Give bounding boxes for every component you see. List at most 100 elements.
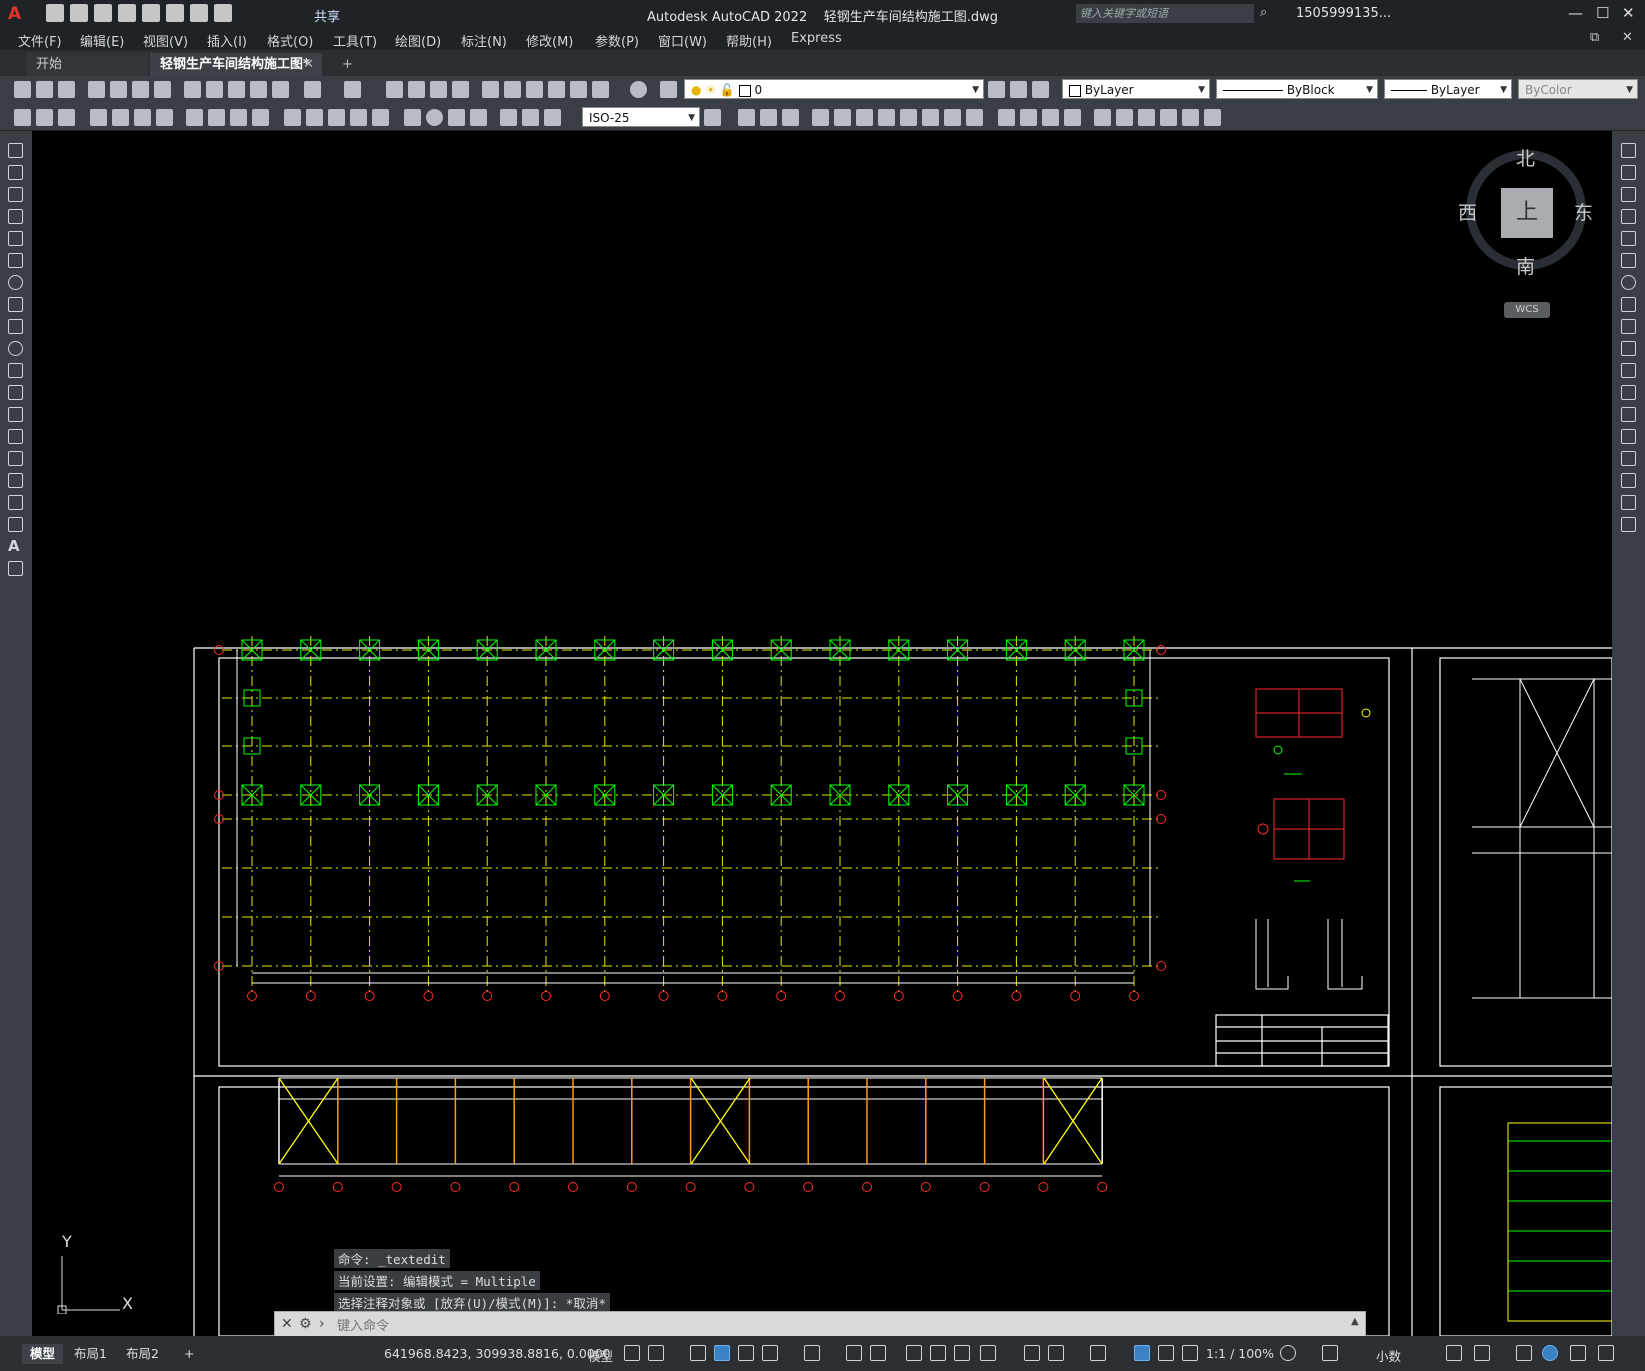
menu-modify[interactable]: 修改(M) xyxy=(526,31,573,50)
clean-icon[interactable] xyxy=(1020,109,1037,126)
tab-close-icon[interactable]: ✕ xyxy=(303,53,314,76)
spline-icon[interactable] xyxy=(8,319,23,334)
gizmo-icon[interactable] xyxy=(1090,1345,1106,1361)
zoom-previous-icon[interactable] xyxy=(452,81,469,98)
add-layout-icon[interactable]: + xyxy=(176,1344,202,1364)
linetype-combo[interactable]: ByBlock ▼ xyxy=(1216,79,1378,99)
intersect-icon[interactable] xyxy=(782,109,799,126)
move-icon[interactable] xyxy=(1621,253,1636,268)
dim-break-icon[interactable] xyxy=(372,109,389,126)
new-icon[interactable] xyxy=(14,81,31,98)
autocad-logo-icon[interactable]: A xyxy=(8,4,21,24)
insert-block-icon[interactable] xyxy=(8,385,23,400)
multiline-text-icon[interactable]: A xyxy=(8,539,23,554)
make-current-icon[interactable] xyxy=(988,81,1005,98)
menu-insert[interactable]: 插入(I) xyxy=(207,31,247,50)
shell-icon[interactable] xyxy=(1064,109,1081,126)
hatch-icon[interactable] xyxy=(8,451,23,466)
compass-north[interactable]: 北 xyxy=(1516,144,1535,171)
design-center-icon[interactable] xyxy=(504,81,521,98)
region-icon[interactable] xyxy=(8,495,23,510)
units-readout[interactable]: 小数 xyxy=(1376,1346,1401,1365)
subtract-icon[interactable] xyxy=(760,109,777,126)
quick-dim-icon[interactable] xyxy=(284,109,301,126)
dim-continue-icon[interactable] xyxy=(328,109,345,126)
object-snap-icon[interactable] xyxy=(870,1345,886,1361)
stretch-icon[interactable] xyxy=(1621,319,1636,334)
dim-angular-icon[interactable] xyxy=(252,109,269,126)
grid-icon[interactable] xyxy=(624,1345,640,1361)
menu-express[interactable]: Express xyxy=(791,31,842,46)
clean-screen-icon[interactable] xyxy=(1570,1345,1586,1361)
menu-window[interactable]: 窗口(W) xyxy=(658,31,707,50)
arc-icon[interactable] xyxy=(8,253,23,268)
dim-edit-icon[interactable] xyxy=(500,109,517,126)
menu-dimension[interactable]: 标注(N) xyxy=(461,31,507,50)
construction-line-icon[interactable] xyxy=(8,165,23,180)
infer-constraints-icon[interactable] xyxy=(690,1345,706,1361)
zoom-realtime-icon[interactable] xyxy=(408,81,425,98)
circle-icon[interactable] xyxy=(8,275,23,290)
join-icon[interactable] xyxy=(1621,429,1636,444)
command-input[interactable] xyxy=(335,1315,1349,1335)
workspace-gear-icon[interactable] xyxy=(1280,1345,1296,1361)
inspection-icon[interactable] xyxy=(448,109,465,126)
menu-view[interactable]: 视图(V) xyxy=(143,31,188,50)
isolate-objects-icon[interactable] xyxy=(1516,1345,1532,1361)
user-account[interactable]: 1505999135... xyxy=(1296,6,1391,21)
menu-tools[interactable]: 工具(T) xyxy=(333,31,377,50)
layout-tab-model[interactable]: 模型 xyxy=(22,1344,64,1364)
annotation-scale-readout[interactable]: 1:1 / 100% xyxy=(1206,1346,1274,1361)
blend-curves-icon[interactable] xyxy=(1621,495,1636,510)
markup-icon[interactable] xyxy=(570,81,587,98)
thicken-icon[interactable] xyxy=(1160,109,1177,126)
layer-match-icon[interactable] xyxy=(36,109,53,126)
block-editor-icon[interactable] xyxy=(272,81,289,98)
auto-scale-icon[interactable] xyxy=(1158,1345,1174,1361)
menu-edit[interactable]: 编辑(E) xyxy=(80,31,124,50)
check-icon[interactable] xyxy=(1094,109,1111,126)
tab-start[interactable]: 开始 xyxy=(26,53,148,76)
new-tab-button[interactable]: + xyxy=(332,53,363,76)
quick-properties-icon[interactable] xyxy=(1446,1345,1462,1361)
publish-icon[interactable] xyxy=(132,81,149,98)
plot-icon[interactable] xyxy=(166,4,184,22)
graphics-performance-icon[interactable] xyxy=(1542,1345,1558,1361)
customize-wrench-icon[interactable]: ⚙ xyxy=(299,1316,312,1332)
tool-palettes-icon[interactable] xyxy=(526,81,543,98)
taper-faces-icon[interactable] xyxy=(922,109,939,126)
dynamic-input-icon[interactable] xyxy=(714,1345,730,1361)
object-snap-tracking-icon[interactable] xyxy=(846,1345,862,1361)
copy-object-icon[interactable] xyxy=(1621,165,1636,180)
move-faces-icon[interactable] xyxy=(834,109,851,126)
annotation-visibility-icon[interactable] xyxy=(1134,1345,1150,1361)
compass-west[interactable]: 西 xyxy=(1458,198,1477,225)
tab-drawing[interactable]: 轻钢生产车间结构施工图* ✕ xyxy=(150,53,322,76)
sheet-set-icon[interactable] xyxy=(548,81,565,98)
menu-format[interactable]: 格式(O) xyxy=(267,31,313,50)
help-icon[interactable] xyxy=(630,81,647,98)
selection-cycling-icon[interactable] xyxy=(954,1345,970,1361)
menu-parametric[interactable]: 参数(P) xyxy=(595,31,639,50)
dim-text-edit-icon[interactable] xyxy=(522,109,539,126)
layer-iso-icon[interactable] xyxy=(58,109,75,126)
offset-icon[interactable] xyxy=(1621,209,1636,224)
3d-osnap-icon[interactable] xyxy=(980,1345,996,1361)
open-file-icon[interactable] xyxy=(70,4,88,22)
snap-icon[interactable] xyxy=(648,1345,664,1361)
dim-radius-icon[interactable] xyxy=(186,109,203,126)
share-button[interactable]: 共享 xyxy=(314,6,340,25)
interfere-icon[interactable] xyxy=(1182,109,1199,126)
union-icon[interactable] xyxy=(738,109,755,126)
plotstyle-combo[interactable]: ByColor ▼ xyxy=(1518,79,1638,99)
dim-aligned-icon[interactable] xyxy=(112,109,129,126)
match-properties-icon[interactable] xyxy=(250,81,267,98)
publish-icon[interactable] xyxy=(142,4,160,22)
polygon-icon[interactable] xyxy=(8,209,23,224)
add-selected-icon[interactable] xyxy=(8,561,23,576)
slice-icon[interactable] xyxy=(1138,109,1155,126)
copy-faces-icon[interactable] xyxy=(944,109,961,126)
search-icon[interactable]: ⌕ xyxy=(1260,5,1267,20)
ellipse-icon[interactable] xyxy=(8,341,23,356)
undo-icon[interactable] xyxy=(190,4,208,22)
